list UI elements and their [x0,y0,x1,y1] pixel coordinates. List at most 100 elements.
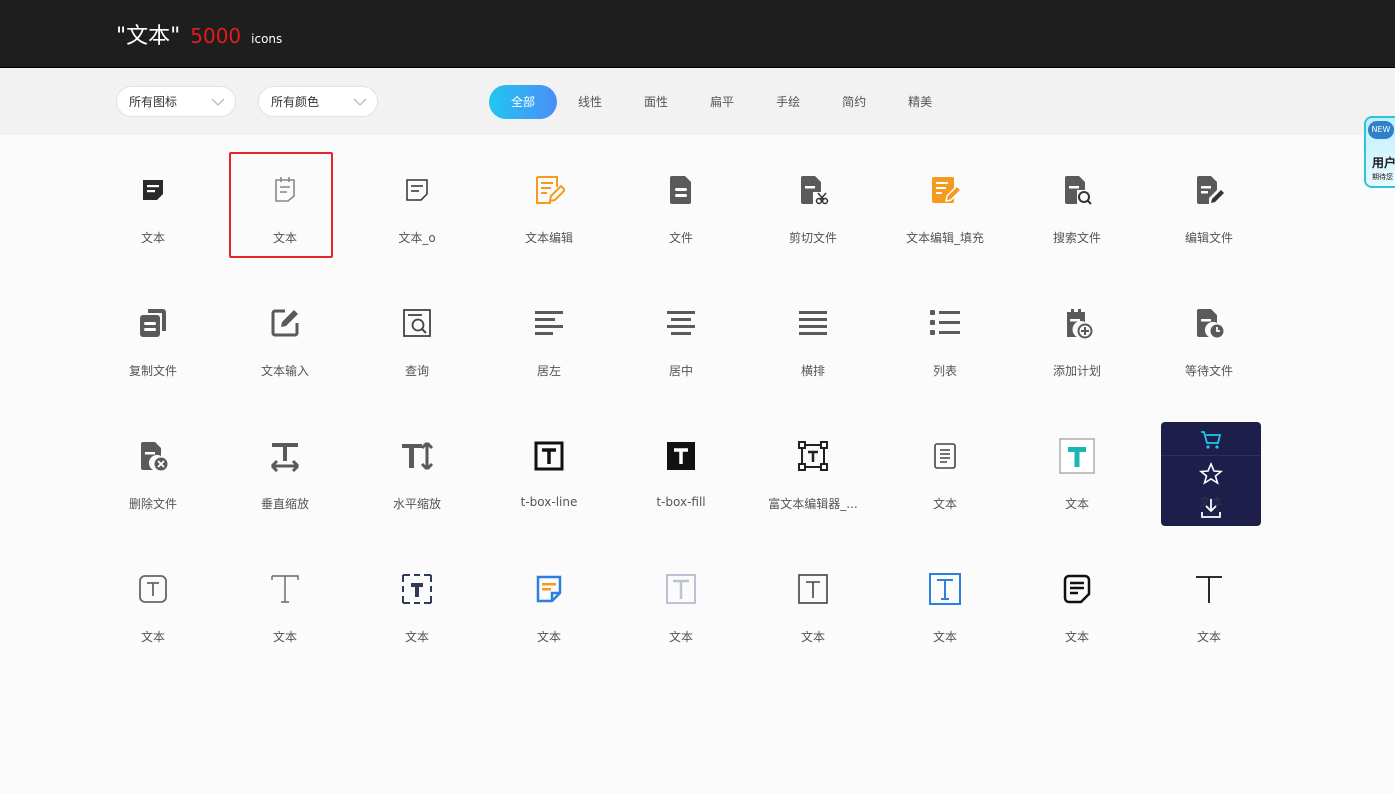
icon-card[interactable]: 文本 [748,541,878,661]
icon-card[interactable]: 文本 [880,541,1010,661]
file-lines-partial-icon [929,706,961,738]
result-count: 5000 [190,24,242,48]
tab-hand-drawn[interactable]: 手绘 [755,85,821,119]
icon-card[interactable] [616,674,746,794]
icon-card[interactable]: 文本 [352,541,482,661]
icon-label: 复制文件 [128,364,177,378]
icon-card[interactable] [88,674,218,794]
icon-card[interactable] [748,674,878,794]
icon-label: t-box-fill [656,495,706,509]
calendar-partial-icon [1193,706,1225,738]
icon-card[interactable]: 剪切文件 [748,142,878,262]
cart-icon[interactable] [1199,428,1223,452]
icon-card[interactable]: 删除文件 [88,408,218,528]
t-serif-icon [269,573,301,605]
t-bold-partial-icon [1061,706,1093,738]
icon-card[interactable]: 文本 [220,142,350,262]
icon-card[interactable]: 等待文件 [1144,275,1274,395]
icon-card[interactable]: 文本编辑 [484,142,614,262]
icon-hover-actions: 文本 [1161,422,1261,526]
file-edit-icon [1193,174,1225,206]
icon-card[interactable]: 文本 [616,541,746,661]
text-input-icon [269,307,301,339]
vertical-scale-icon [269,440,301,472]
icon-card[interactable]: 文件 [616,142,746,262]
tab-line[interactable]: 线性 [557,85,623,119]
result-unit: icons [251,32,283,46]
icon-card[interactable]: 居中 [616,275,746,395]
icon-card[interactable]: 居左 [484,275,614,395]
icon-label: 列表 [932,364,957,378]
file-search-icon [1061,174,1093,206]
align-left-icon [533,307,565,339]
icon-card[interactable]: 文本输入 [220,275,350,395]
notepad-outline-icon [269,174,301,206]
icon-card[interactable]: 添加计划 [1012,275,1142,395]
icon-card[interactable] [220,674,350,794]
document-edit-filled-orange-icon [929,174,961,206]
t-box-fill-icon [665,440,697,472]
user-feedback-badge[interactable]: NEW 用户 期待您 [1364,116,1395,188]
tab-exquisite[interactable]: 精美 [887,85,953,119]
icon-label: 居中 [668,364,693,378]
icon-card[interactable]: 复制文件 [88,275,218,395]
horizontal-scale-icon [401,440,433,472]
icon-label: 文本 [140,231,165,245]
icon-label: 文本 [404,630,429,644]
icon-card[interactable]: 文本 [88,142,218,262]
icon-card[interactable]: 列表 [880,275,1010,395]
icon-card[interactable]: 编辑文件 [1144,142,1274,262]
icon-card[interactable]: t-box-fill [616,408,746,528]
icon-card[interactable] [352,674,482,794]
icon-card[interactable]: 文本 [1144,541,1274,661]
icon-label: 文本 [272,231,297,245]
icon-card[interactable]: 文本_o [352,142,482,262]
star-icon[interactable] [1199,462,1223,486]
icon-card[interactable]: 查询 [352,275,482,395]
icon-card[interactable] [1012,674,1142,794]
icon-card[interactable]: 横排 [748,275,878,395]
icon-card[interactable] [484,674,614,794]
icon-card[interactable]: 文本 [880,408,1010,528]
icon-card[interactable]: 搜索文件 [1012,142,1142,262]
t-box-thin-icon [797,573,829,605]
tab-flat[interactable]: 扁平 [689,85,755,119]
tab-surface[interactable]: 面性 [623,85,689,119]
t-box-blue-icon [929,573,961,605]
icon-card[interactable]: 文本 [220,541,350,661]
badge-subtitle: 期待您 [1372,173,1393,181]
icon-card[interactable]: 文本 [1012,541,1142,661]
rich-text-editor-icon [797,440,829,472]
icon-label: 文本 [932,497,957,511]
tab-simple[interactable]: 简约 [821,85,887,119]
tab-all[interactable]: 全部 [489,85,558,119]
icon-card[interactable]: t-box-line [484,408,614,528]
icon-card[interactable]: 文本 [88,541,218,661]
icon-card[interactable]: 垂直缩放 [220,408,350,528]
icon-label: 文本 [1064,630,1089,644]
new-badge: NEW [1368,121,1394,139]
download-icon[interactable] [1199,496,1223,520]
icon-card[interactable] [880,674,1010,794]
search-summary: "文本" 5000 icons [116,18,282,50]
icon-card[interactable]: 文本 [484,541,614,661]
icon-label: 文本 [272,630,297,644]
list-icon [929,307,961,339]
t-box-light-icon [665,573,697,605]
top-header: "文本" 5000 icons [0,0,1395,68]
icon-card[interactable]: 文本 [1012,408,1142,528]
divider [1161,455,1261,456]
icon-card[interactable]: 富文本编辑器_... [748,408,878,528]
icon-label: 查询 [404,364,429,378]
icon-card[interactable]: 水平缩放 [352,408,482,528]
color-dropdown[interactable]: 所有颜色 [258,86,378,117]
t-box-teal-icon [1059,438,1095,474]
file-delete-icon [137,440,169,472]
icon-card[interactable]: 文本编辑_填充 [880,142,1010,262]
t-box-partial-icon [533,706,565,738]
icon-type-dropdown[interactable]: 所有图标 [116,86,236,117]
align-justify-icon [797,307,829,339]
icon-card[interactable] [1144,674,1274,794]
t-dashed-box-icon [401,573,433,605]
chevron-down-icon [353,98,367,106]
